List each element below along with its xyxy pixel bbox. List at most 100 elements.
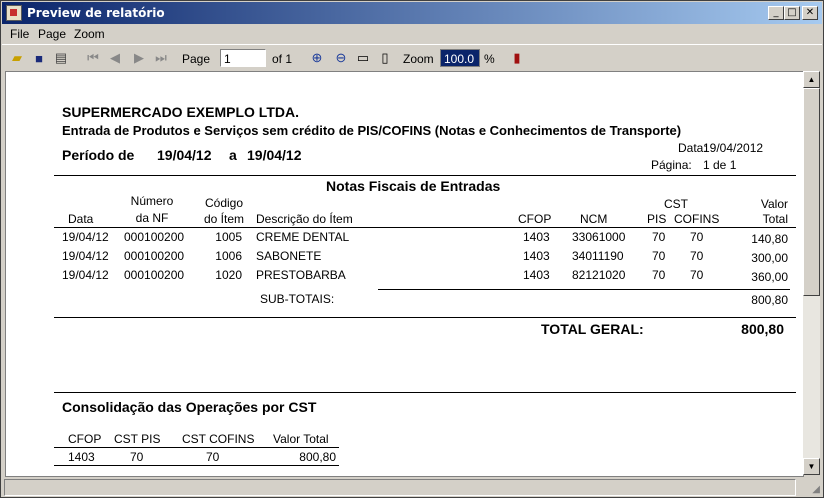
page-count-label: of 1 bbox=[272, 52, 293, 66]
cons-header-cst-pis: CST PIS bbox=[114, 432, 161, 446]
cell-data: 19/04/12 bbox=[62, 268, 109, 282]
close-icon: ✕ bbox=[805, 7, 815, 18]
header-valor: Valor bbox=[760, 197, 788, 211]
cell-pis: 70 bbox=[652, 230, 666, 244]
cell-descricao: PRESTOBARBA bbox=[256, 268, 346, 282]
cell-codigo: 1006 bbox=[215, 249, 242, 263]
cons-cell-cfop: 1403 bbox=[68, 450, 95, 464]
cell-cfop: 1403 bbox=[523, 249, 550, 263]
header-numero: Número bbox=[130, 194, 174, 208]
minimize-button[interactable]: _ bbox=[768, 6, 784, 20]
page-width-icon[interactable]: ▭ bbox=[354, 49, 372, 67]
subtotal-value: 800,80 bbox=[751, 293, 788, 307]
scroll-thumb[interactable] bbox=[803, 88, 820, 296]
status-bar: ◢ bbox=[2, 477, 822, 496]
menu-zoom[interactable]: Zoom bbox=[74, 27, 105, 41]
menu-bar: File Page Zoom bbox=[2, 24, 822, 43]
scroll-down-button[interactable]: ▼ bbox=[803, 458, 820, 475]
zoom-input[interactable]: 100.0 bbox=[440, 49, 480, 67]
resize-grip-icon[interactable]: ◢ bbox=[812, 484, 820, 495]
save-icon[interactable]: ■ bbox=[30, 49, 48, 67]
cell-pis: 70 bbox=[652, 268, 666, 282]
close-button[interactable]: ✕ bbox=[802, 6, 818, 20]
company-name: SUPERMERCADO EXEMPLO LTDA. bbox=[62, 104, 299, 120]
header-valor-2: Total bbox=[762, 212, 788, 226]
cell-data: 19/04/12 bbox=[62, 249, 109, 263]
cell-ncm: 82121020 bbox=[572, 268, 626, 282]
whole-page-icon[interactable]: ▯ bbox=[376, 49, 394, 67]
cons-header-valor-total: Valor Total bbox=[273, 432, 329, 446]
divider bbox=[54, 175, 796, 176]
preview-window: Preview de relatório _ □ ✕ File Page Zoo… bbox=[0, 0, 824, 498]
report-subtitle: Entrada de Produtos e Serviços sem crédi… bbox=[62, 123, 682, 138]
cell-valor: 140,80 bbox=[751, 232, 788, 246]
status-panel bbox=[4, 479, 796, 496]
cell-valor: 360,00 bbox=[751, 270, 788, 284]
menu-page[interactable]: Page bbox=[38, 27, 66, 41]
maximize-button[interactable]: □ bbox=[784, 6, 800, 20]
header-ncm: NCM bbox=[580, 212, 608, 226]
header-codigo: Código bbox=[204, 196, 244, 210]
first-page-icon[interactable]: ⏮ bbox=[84, 49, 102, 67]
cell-ncm: 34011190 bbox=[572, 249, 624, 263]
cell-cofins: 70 bbox=[690, 249, 704, 263]
zoom-percent: % bbox=[484, 52, 495, 66]
cons-header-cfop: CFOP bbox=[68, 432, 102, 446]
report-page: SUPERMERCADO EXEMPLO LTDA. Entrada de Pr… bbox=[5, 71, 804, 477]
cell-cofins: 70 bbox=[690, 230, 704, 244]
total-divider bbox=[54, 317, 796, 318]
cell-codigo: 1020 bbox=[215, 268, 242, 282]
period-label: Período de bbox=[62, 147, 135, 163]
minimize-icon: _ bbox=[773, 7, 779, 18]
last-page-icon[interactable]: ⏭ bbox=[152, 49, 170, 67]
period-separator: a bbox=[229, 147, 237, 163]
period-from: 19/04/12 bbox=[157, 147, 212, 163]
cell-codigo: 1005 bbox=[215, 230, 242, 244]
maximize-icon: □ bbox=[787, 7, 797, 18]
cell-nf: 000100200 bbox=[124, 249, 185, 263]
cell-valor: 300,00 bbox=[751, 251, 788, 265]
cons-cell-cst-pis: 70 bbox=[130, 450, 144, 464]
cons-header-divider bbox=[54, 447, 339, 448]
app-icon bbox=[6, 5, 22, 21]
cell-descricao: CREME DENTAL bbox=[256, 230, 350, 244]
cell-data: 19/04/12 bbox=[62, 230, 109, 244]
cell-ncm: 33061000 bbox=[572, 230, 626, 244]
header-descricao: Descrição do Ítem bbox=[256, 212, 353, 226]
header-cst: CST bbox=[664, 197, 688, 211]
subtotal-divider bbox=[378, 289, 790, 290]
vertical-scrollbar[interactable]: ▲ ▼ bbox=[803, 71, 820, 475]
print-icon[interactable]: ▤ bbox=[52, 49, 70, 67]
cell-cfop: 1403 bbox=[523, 268, 550, 282]
toolbar: ▰ ■ ▤ ⏮ ◀ ▶ ⏭ Page 1 of 1 ⊕ ⊖ ▭ ▯ Zoom 1… bbox=[2, 44, 822, 71]
cell-cofins: 70 bbox=[690, 268, 704, 282]
title-bar[interactable]: Preview de relatório _ □ ✕ bbox=[2, 2, 822, 24]
cell-pis: 70 bbox=[652, 249, 666, 263]
page-number-input[interactable]: 1 bbox=[220, 49, 266, 67]
exit-icon[interactable]: ▮ bbox=[508, 49, 526, 67]
total-value: 800,80 bbox=[741, 321, 784, 337]
arrow-up-icon: ▲ bbox=[807, 75, 816, 84]
cell-nf: 000100200 bbox=[124, 268, 185, 282]
section-title: Notas Fiscais de Entradas bbox=[326, 178, 501, 194]
header-divider bbox=[54, 227, 796, 228]
header-cfop: CFOP bbox=[518, 212, 552, 226]
cons-header-cst-cofins: CST COFINS bbox=[182, 432, 255, 446]
zoom-label: Zoom bbox=[403, 52, 434, 66]
page-value: 1 de 1 bbox=[703, 158, 737, 172]
zoom-out-icon[interactable]: ⊖ bbox=[332, 49, 350, 67]
scroll-up-button[interactable]: ▲ bbox=[803, 71, 820, 88]
cell-cfop: 1403 bbox=[523, 230, 550, 244]
header-pis: PIS bbox=[647, 212, 667, 226]
cons-row-divider bbox=[54, 465, 339, 466]
total-label: TOTAL GERAL: bbox=[541, 321, 644, 337]
window-title: Preview de relatório bbox=[27, 6, 165, 20]
header-data: Data bbox=[68, 212, 94, 226]
menu-file[interactable]: File bbox=[10, 27, 29, 41]
consolidation-title: Consolidação das Operações por CST bbox=[62, 399, 317, 415]
open-folder-icon[interactable]: ▰ bbox=[8, 49, 26, 67]
previous-page-icon[interactable]: ◀ bbox=[106, 49, 124, 67]
arrow-down-icon: ▼ bbox=[807, 462, 816, 471]
next-page-icon[interactable]: ▶ bbox=[130, 49, 148, 67]
zoom-in-icon[interactable]: ⊕ bbox=[308, 49, 326, 67]
